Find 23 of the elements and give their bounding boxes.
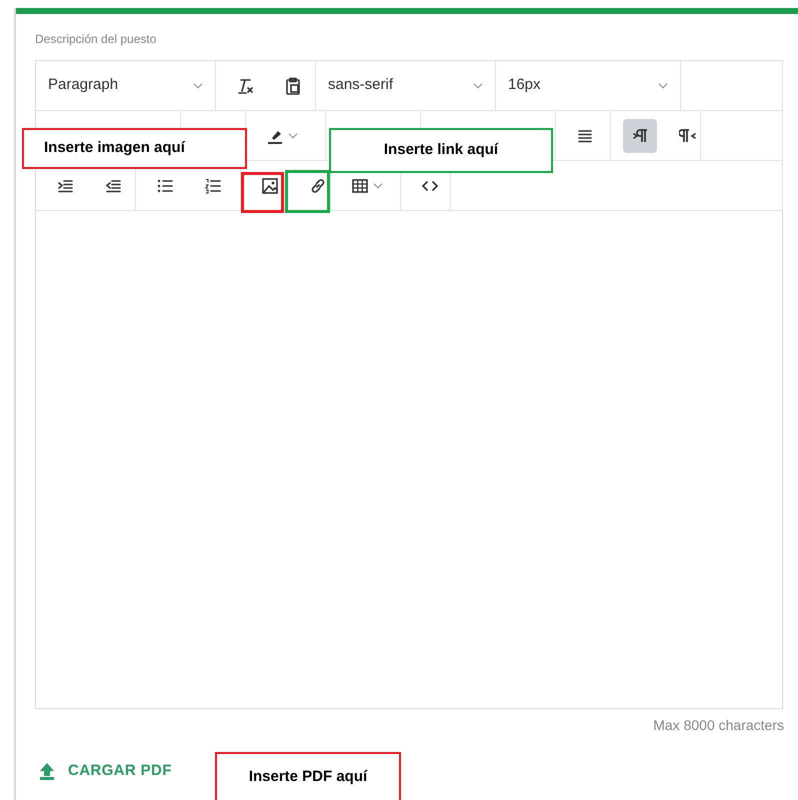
dropdown[interactable]: Paragraph <box>48 74 203 97</box>
caret-icon <box>193 82 203 88</box>
caret-icon <box>288 132 298 138</box>
table-icon <box>351 176 369 194</box>
clear-format-icon <box>236 76 254 94</box>
caret-icon <box>473 82 483 88</box>
callout-label: Inserte link aquí <box>329 128 553 173</box>
left-to-right-icon <box>631 126 649 144</box>
clipboard-icon <box>284 76 302 94</box>
upload-icon <box>38 762 56 780</box>
field-label: Descripción del puesto <box>35 32 156 46</box>
callout-label: Inserte PDF aquí <box>215 752 401 800</box>
toolbar-button[interactable] <box>623 118 657 152</box>
character-limit: Max 8000 characters <box>653 716 784 735</box>
caret-icon <box>658 82 668 88</box>
dropdown[interactable]: 16px <box>508 74 668 97</box>
numbered-list-icon <box>204 176 222 194</box>
caret-icon <box>373 182 383 188</box>
right-to-left-icon <box>679 126 697 144</box>
link-icon <box>309 176 327 194</box>
image-icon <box>261 176 279 194</box>
dropdown[interactable]: sans-serif <box>328 74 483 97</box>
callout-label: Inserte imagen aquí <box>22 128 247 169</box>
